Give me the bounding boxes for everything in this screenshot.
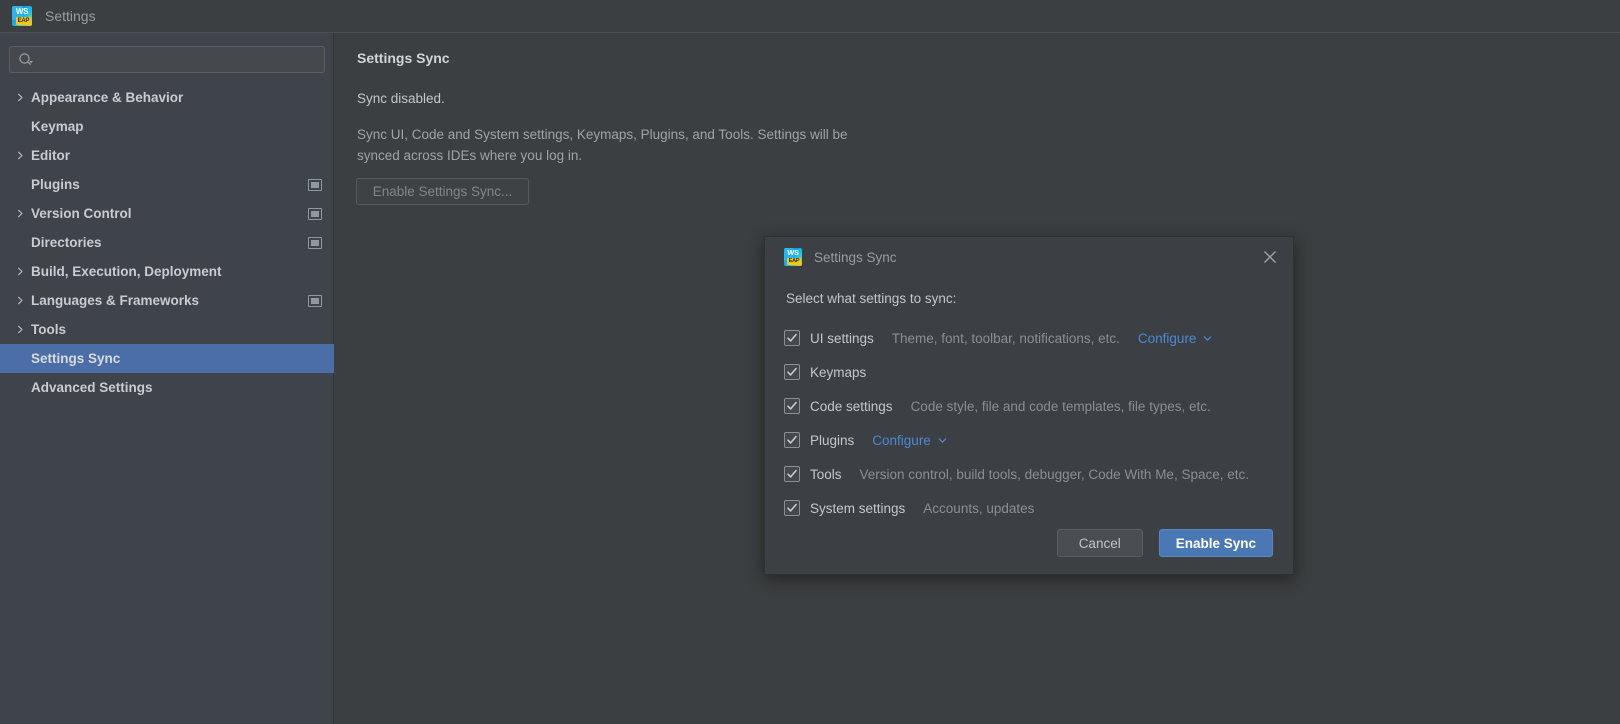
checkbox-keymaps[interactable]	[784, 364, 800, 380]
settings-window: WS EAP Settings Appearance & Behavior Key…	[0, 0, 1620, 724]
sync-option-label: Keymaps	[810, 365, 866, 380]
sidebar-item-label: Advanced Settings	[31, 380, 308, 395]
sync-option-label: Plugins	[810, 433, 854, 448]
search-input[interactable]	[9, 46, 325, 73]
cancel-button[interactable]: Cancel	[1057, 529, 1143, 557]
enable-sync-button[interactable]: Enable Sync	[1159, 529, 1273, 557]
sidebar-item-label: Directories	[31, 235, 308, 250]
sidebar-item-label: Build, Execution, Deployment	[31, 264, 308, 279]
chevron-right-icon[interactable]	[15, 92, 31, 103]
checkbox-plugins[interactable]	[784, 432, 800, 448]
sidebar-item-label: Settings Sync	[31, 351, 308, 366]
sidebar-item-plugins[interactable]: Plugins	[0, 170, 334, 199]
configure-link[interactable]: Configure	[872, 433, 948, 448]
settings-nav-list: Appearance & Behavior Keymap Editor Plugins…	[0, 83, 334, 402]
sidebar-item-label: Appearance & Behavior	[31, 90, 308, 105]
chevron-right-icon[interactable]	[15, 150, 31, 161]
sync-option-description: Accounts, updates	[923, 501, 1034, 516]
sidebar-item-appearance-behavior[interactable]: Appearance & Behavior	[0, 83, 334, 112]
sync-status-text: Sync disabled.	[357, 91, 445, 106]
settings-sidebar: Appearance & Behavior Keymap Editor Plugins…	[0, 33, 334, 724]
page-title: Settings Sync	[357, 50, 450, 66]
checkbox-tools[interactable]	[784, 466, 800, 482]
sidebar-item-languages-frameworks[interactable]: Languages & Frameworks	[0, 286, 334, 315]
app-icon-eap-badge: EAP	[16, 17, 31, 25]
dialog-icon-eap-badge: EAP	[787, 258, 801, 265]
chevron-right-icon[interactable]	[15, 208, 31, 219]
sidebar-item-label: Languages & Frameworks	[31, 293, 308, 308]
enable-settings-sync-button[interactable]: Enable Settings Sync...	[356, 178, 529, 205]
app-icon-text: WS	[12, 7, 32, 17]
sync-option-description: Theme, font, toolbar, notifications, etc…	[892, 331, 1120, 346]
window-titlebar: WS EAP Settings	[0, 0, 1620, 33]
sync-option-row: UI settings Theme, font, toolbar, notific…	[784, 321, 1284, 355]
sync-option-label: Tools	[810, 467, 842, 482]
sidebar-item-build-execution-deployment[interactable]: Build, Execution, Deployment	[0, 257, 334, 286]
sidebar-item-advanced-settings[interactable]: Advanced Settings	[0, 373, 334, 402]
dialog-titlebar: WS EAP Settings Sync	[765, 237, 1293, 277]
checkbox-code-settings[interactable]	[784, 398, 800, 414]
dialog-button-bar: Cancel Enable Sync	[1057, 529, 1273, 557]
sync-option-label: Code settings	[810, 399, 893, 414]
chevron-down-icon	[1202, 333, 1213, 344]
webstorm-eap-icon: WS EAP	[12, 6, 32, 26]
sidebar-item-tools[interactable]: Tools	[0, 315, 334, 344]
sidebar-item-settings-sync[interactable]: Settings Sync	[0, 344, 334, 373]
chevron-right-icon[interactable]	[15, 266, 31, 277]
project-scope-icon	[308, 295, 322, 307]
settings-main-panel: Settings Sync Sync disabled. Sync UI, Co…	[335, 33, 1620, 724]
dialog-title: Settings Sync	[814, 250, 897, 265]
sidebar-item-label: Editor	[31, 148, 308, 163]
search-field-wrapper	[9, 46, 325, 73]
sidebar-item-keymap[interactable]: Keymap	[0, 112, 334, 141]
project-scope-icon	[308, 208, 322, 220]
dialog-prompt: Select what settings to sync:	[786, 291, 956, 306]
sidebar-item-editor[interactable]: Editor	[0, 141, 334, 170]
project-scope-icon	[308, 237, 322, 249]
sidebar-item-label: Plugins	[31, 177, 308, 192]
sidebar-item-label: Version Control	[31, 206, 308, 221]
sync-option-label: System settings	[810, 501, 905, 516]
project-scope-icon	[308, 179, 322, 191]
configure-link[interactable]: Configure	[1138, 331, 1214, 346]
dialog-icon-text: WS	[784, 248, 802, 258]
close-icon[interactable]	[1260, 247, 1280, 267]
configure-link-label: Configure	[1138, 331, 1197, 346]
sync-option-row: System settings Accounts, updates	[784, 491, 1284, 525]
chevron-right-icon[interactable]	[15, 324, 31, 335]
sync-option-description: Code style, file and code templates, fil…	[911, 399, 1211, 414]
sidebar-item-label: Keymap	[31, 119, 308, 134]
sidebar-item-version-control[interactable]: Version Control	[0, 199, 334, 228]
chevron-down-icon	[937, 435, 948, 446]
sync-option-row: Plugins Configure	[784, 423, 1284, 457]
sync-option-row: Tools Version control, build tools, debug…	[784, 457, 1284, 491]
sync-option-description: Version control, build tools, debugger, …	[860, 467, 1249, 482]
sync-description-text: Sync UI, Code and System settings, Keyma…	[357, 124, 887, 166]
checkbox-ui-settings[interactable]	[784, 330, 800, 346]
chevron-right-icon[interactable]	[15, 295, 31, 306]
sync-option-row: Code settings Code style, file and code t…	[784, 389, 1284, 423]
sidebar-item-directories[interactable]: Directories	[0, 228, 334, 257]
checkbox-system-settings[interactable]	[784, 500, 800, 516]
sync-option-row: Keymaps	[784, 355, 1284, 389]
sync-option-label: UI settings	[810, 331, 874, 346]
configure-link-label: Configure	[872, 433, 931, 448]
dialog-webstorm-eap-icon: WS EAP	[784, 248, 802, 266]
settings-sync-dialog: WS EAP Settings Sync Select what setting…	[764, 236, 1294, 575]
sync-options-list: UI settings Theme, font, toolbar, notific…	[784, 321, 1284, 525]
sidebar-item-label: Tools	[31, 322, 308, 337]
window-title: Settings	[45, 0, 96, 33]
